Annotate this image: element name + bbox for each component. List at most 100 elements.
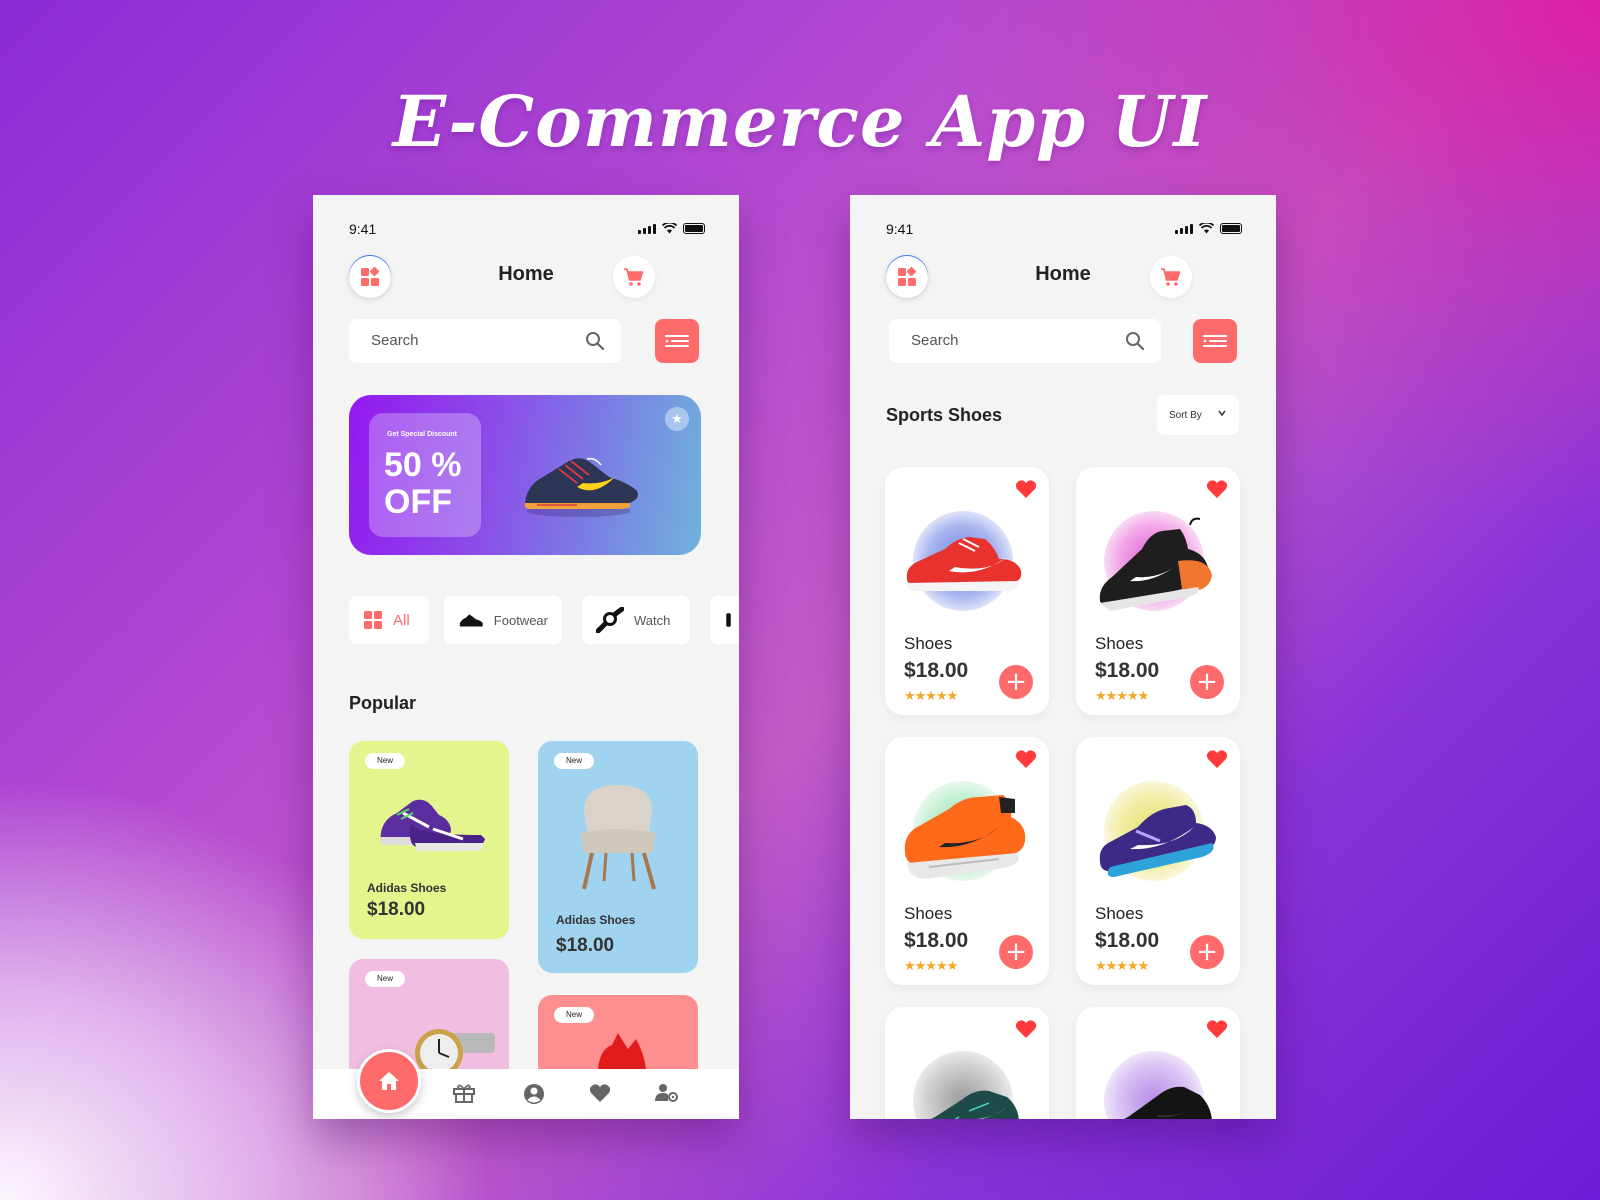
search-input[interactable] bbox=[909, 331, 1113, 350]
add-to-cart-button[interactable]: + bbox=[999, 665, 1033, 699]
product-image bbox=[904, 795, 1026, 879]
product-image bbox=[931, 1090, 1019, 1119]
product-image bbox=[906, 537, 1022, 591]
favorite-icon[interactable] bbox=[1015, 1019, 1037, 1039]
rating-stars: ★★★★★ bbox=[904, 689, 958, 704]
profile-icon[interactable] bbox=[523, 1083, 545, 1105]
product-image bbox=[1099, 517, 1212, 611]
product-card[interactable] bbox=[1076, 1007, 1240, 1119]
product-card[interactable]: New Adidas Shoes $18.00 bbox=[349, 741, 509, 939]
product-image bbox=[1099, 805, 1216, 877]
product-price: $18.00 bbox=[1095, 659, 1160, 682]
new-badge: New bbox=[365, 971, 405, 987]
product-card[interactable]: Shoes $18.00 ★★★★★ + bbox=[885, 467, 1049, 715]
product-card[interactable]: New Adidas Shoes $18.00 bbox=[538, 741, 698, 973]
status-icons bbox=[1175, 223, 1242, 234]
chevron-down-icon bbox=[1218, 410, 1226, 417]
product-price: $18.00 bbox=[1095, 929, 1160, 952]
gift-icon[interactable] bbox=[453, 1083, 475, 1103]
product-name: Shoes bbox=[1095, 634, 1144, 653]
new-badge: New bbox=[554, 1007, 594, 1023]
phone-sports-shoes-screen: 9:41 Home Sports Shoes Sort By bbox=[850, 195, 1276, 1119]
product-name: Shoes bbox=[904, 634, 953, 653]
favorite-icon[interactable] bbox=[1206, 1019, 1228, 1039]
product-price: $18.00 bbox=[904, 929, 969, 952]
banner-discount: 50 % OFF bbox=[384, 447, 462, 521]
product-name: Adidas Shoes bbox=[367, 881, 447, 895]
signal-icon bbox=[1175, 223, 1193, 234]
product-image bbox=[598, 1033, 646, 1069]
watch-icon bbox=[596, 607, 624, 633]
category-chips: All Footwear Watch bbox=[349, 596, 739, 646]
chip-watch[interactable]: Watch bbox=[582, 596, 690, 644]
rating-stars: ★★★★★ bbox=[1095, 689, 1149, 704]
favorite-icon[interactable] bbox=[1015, 479, 1037, 499]
sort-by-label: Sort By bbox=[1169, 409, 1202, 421]
star-icon[interactable]: ★ bbox=[665, 407, 689, 431]
battery-icon bbox=[683, 223, 705, 234]
cart-icon bbox=[624, 268, 644, 286]
favorite-icon[interactable] bbox=[1206, 749, 1228, 769]
favorite-icon[interactable] bbox=[1206, 479, 1228, 499]
chip-footwear-label: Footwear bbox=[493, 612, 548, 628]
rating-stars: ★★★★★ bbox=[904, 959, 958, 974]
add-to-cart-button[interactable]: + bbox=[999, 935, 1033, 969]
product-price: $18.00 bbox=[904, 659, 969, 682]
nav-home[interactable] bbox=[357, 1049, 421, 1113]
product-image bbox=[380, 799, 485, 851]
sort-by-dropdown[interactable]: Sort By bbox=[1157, 395, 1239, 435]
product-name: Shoes bbox=[1095, 904, 1144, 923]
cart-button[interactable] bbox=[1150, 256, 1192, 298]
filter-icon bbox=[665, 335, 689, 347]
search-box[interactable] bbox=[349, 319, 621, 363]
chip-footwear[interactable]: Footwear bbox=[444, 596, 562, 644]
search-icon[interactable] bbox=[1125, 331, 1145, 351]
filter-icon bbox=[1203, 335, 1227, 347]
chip-all-label: All bbox=[393, 611, 410, 629]
new-badge: New bbox=[554, 753, 594, 769]
signal-icon bbox=[638, 223, 656, 234]
wifi-icon bbox=[662, 223, 677, 234]
product-card[interactable]: Shoes $18.00 ★★★★★ + bbox=[885, 737, 1049, 985]
banner-line1: 50 % bbox=[384, 446, 462, 484]
product-name: Shoes bbox=[904, 904, 953, 923]
section-title: Popular bbox=[349, 693, 417, 713]
user-settings-icon[interactable] bbox=[655, 1083, 679, 1103]
product-card[interactable] bbox=[885, 1007, 1049, 1119]
chip-more[interactable] bbox=[710, 596, 739, 644]
add-to-cart-button[interactable]: + bbox=[1190, 665, 1224, 699]
product-name: Adidas Shoes bbox=[556, 913, 636, 927]
status-bar: 9:41 bbox=[313, 221, 739, 241]
filter-button[interactable] bbox=[655, 319, 699, 363]
wifi-icon bbox=[1199, 223, 1214, 234]
add-to-cart-button[interactable]: + bbox=[1190, 935, 1224, 969]
product-card[interactable]: Shoes $18.00 ★★★★★ + bbox=[1076, 737, 1240, 985]
home-icon bbox=[379, 1072, 399, 1090]
section-title: Sports Shoes bbox=[886, 405, 1003, 425]
heart-icon[interactable] bbox=[589, 1083, 611, 1103]
status-time: 9:41 bbox=[349, 221, 377, 237]
discount-banner[interactable]: Get Special Discount 50 % OFF ★ bbox=[349, 395, 701, 555]
page-title: E-Commerce App UI bbox=[392, 80, 1208, 163]
search-icon[interactable] bbox=[585, 331, 605, 351]
shoe-icon bbox=[459, 614, 483, 627]
status-bar: 9:41 bbox=[850, 221, 1276, 241]
favorite-icon[interactable] bbox=[1015, 749, 1037, 769]
product-price: $18.00 bbox=[367, 899, 426, 920]
product-price: $18.00 bbox=[556, 935, 615, 956]
search-box[interactable] bbox=[889, 319, 1161, 363]
discount-card: Get Special Discount 50 % OFF bbox=[369, 413, 481, 537]
chip-all[interactable]: All bbox=[349, 596, 429, 644]
product-card[interactable]: Shoes $18.00 ★★★★★ + bbox=[1076, 467, 1240, 715]
header: Home bbox=[349, 255, 703, 299]
cart-button[interactable] bbox=[613, 256, 655, 298]
banner-shoe-image bbox=[524, 457, 638, 517]
rating-stars: ★★★★★ bbox=[1095, 959, 1149, 974]
filter-button[interactable] bbox=[1193, 319, 1237, 363]
category-icon bbox=[726, 613, 731, 627]
new-badge: New bbox=[365, 753, 405, 769]
status-icons bbox=[638, 223, 705, 234]
search-input[interactable] bbox=[369, 331, 573, 350]
product-image bbox=[1124, 1086, 1212, 1119]
chip-watch-label: Watch bbox=[634, 612, 671, 628]
